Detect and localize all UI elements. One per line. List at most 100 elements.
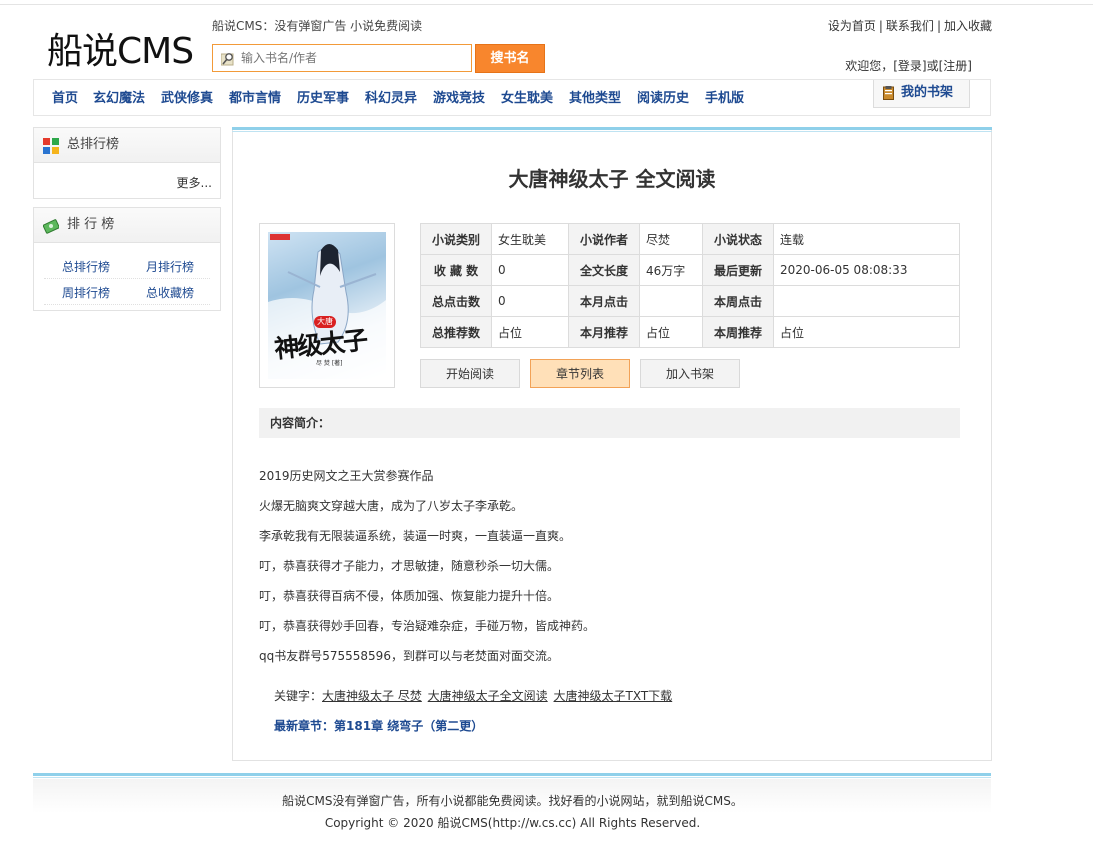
month-recommend-value: 占位	[639, 316, 703, 348]
total-recommend-label: 总推荐数	[420, 316, 492, 348]
footer-top-bar	[33, 773, 991, 776]
search-button[interactable]: 搜书名	[475, 44, 545, 73]
intro-line: qq书友群号575558596，到群可以与老焚面对面交流。	[259, 649, 559, 663]
total-recommend-value: 占位	[491, 316, 569, 348]
panel-top-bar	[232, 127, 992, 130]
intro-line: 2019历史网文之王大赏参赛作品	[259, 469, 434, 483]
intro-line: 叮，恭喜获得妙手回春，专治疑难杂症，手碰万物，皆成神药。	[259, 619, 596, 633]
week-recommend-label: 本周推荐	[702, 316, 774, 348]
info-row: 小说类别 女生耽美 小说作者 尽焚 小说状态 连载	[420, 223, 960, 255]
site-slogan: 船说CMS：没有弹窗广告 小说免费阅读	[212, 19, 423, 33]
nav-scifi[interactable]: 科幻灵异	[365, 80, 417, 118]
nav-mobile[interactable]: 手机版	[705, 80, 744, 118]
bookshelf-icon	[883, 86, 894, 100]
nav-female[interactable]: 女生耽美	[501, 80, 553, 118]
month-recommend-label: 本月推荐	[568, 316, 640, 348]
total-ranking-title: 总排行榜	[67, 137, 120, 152]
grid-icon	[43, 138, 59, 154]
keyword-link[interactable]: 大唐神级太子TXT下载	[554, 689, 673, 703]
intro-line: 李承乾我有无限装逼系统，装逼一时爽，一直装逼一直爽。	[259, 529, 572, 543]
keyword-link[interactable]: 大唐神级太子全文阅读	[428, 689, 548, 703]
main-nav: 首页 玄幻魔法 武侠修真 都市言情 历史军事 科幻灵异 游戏竞技 女生耽美 其他…	[33, 79, 991, 116]
copyright-text: Copyright © 2020 船说CMS(http://w.cs.cc) A…	[324, 816, 701, 830]
info-row: 收 藏 数 0 全文长度 46万字 最后更新 2020-06-05 08:08:…	[420, 254, 960, 286]
info-row: 总推荐数 占位 本月推荐 占位 本周推荐 占位	[420, 316, 960, 348]
status-label: 小说状态	[702, 223, 774, 255]
more-link[interactable]: 更多...	[177, 174, 212, 191]
cover-art: 大唐 神级太子 尽 焚 [著]	[268, 232, 386, 379]
chapter-list-button[interactable]: 章节列表	[530, 359, 630, 388]
last-update-value: 2020-06-05 08:08:33	[773, 254, 960, 286]
week-ranking-link[interactable]: 周排行榜	[62, 284, 110, 301]
latest-chapter: 最新章节：第181章 绕弯子（第二更）	[274, 717, 483, 734]
ranking-box: 排 行 榜 总排行榜 月排行榜 周排行榜 总收藏榜	[33, 207, 221, 311]
nav-urban[interactable]: 都市言情	[229, 80, 281, 118]
welcome-area: 欢迎您，[登录]或[注册]	[845, 57, 972, 74]
start-reading-button[interactable]: 开始阅读	[420, 359, 520, 388]
contact-us-link[interactable]: 联系我们	[886, 19, 934, 33]
author-value: 尽焚	[639, 223, 703, 255]
latest-chapter-label: 最新章节：	[274, 719, 335, 733]
book-info-table: 小说类别 女生耽美 小说作者 尽焚 小说状态 连载 收 藏 数 0 全文长度 4…	[420, 223, 960, 348]
top-border	[0, 0, 1093, 5]
welcome-text: 欢迎您，	[845, 59, 894, 73]
row-divider	[44, 278, 210, 279]
ranking-header: 排 行 榜	[34, 208, 220, 243]
search-icon	[221, 53, 234, 66]
total-clicks-label: 总点击数	[420, 285, 492, 317]
total-ranking-header: 总排行榜	[34, 128, 220, 163]
nav-fantasy[interactable]: 玄幻魔法	[93, 80, 145, 118]
total-clicks-value: 0	[491, 285, 569, 317]
length-label: 全文长度	[568, 254, 640, 286]
nav-wuxia[interactable]: 武侠修真	[161, 80, 213, 118]
intro-header: 内容简介：	[259, 408, 960, 438]
month-clicks-value	[639, 285, 703, 317]
favorite-ranking-link[interactable]: 总收藏榜	[146, 284, 194, 301]
cover-author: 尽 焚 [著]	[316, 360, 343, 367]
login-link[interactable]: [登录]	[893, 59, 926, 73]
latest-chapter-link[interactable]: 第181章 绕弯子（第二更）	[334, 719, 483, 733]
row-divider	[44, 304, 210, 305]
footer-text: 船说CMS没有弹窗广告，所有小说都能免费阅读。找好看的小说网站，就到船说CMS。	[282, 794, 743, 808]
my-bookshelf-button[interactable]: 我的书架	[873, 80, 970, 108]
info-row: 总点击数 0 本月点击 本周点击	[420, 285, 960, 317]
book-detail-panel: 大唐神级太子 全文阅读 大唐 神级太子 尽 焚 [著] 小说类别 女生耽美 小说…	[232, 127, 992, 761]
bookshelf-label: 我的书架	[901, 85, 954, 100]
intro-line: 火爆无脑爽文穿越大唐，成为了八岁太子李承乾。	[259, 499, 524, 513]
ranking-title: 排 行 榜	[67, 217, 115, 232]
nav-history-read[interactable]: 阅读历史	[637, 80, 689, 118]
keywords-label: 关键字：	[274, 689, 323, 703]
category-value: 女生耽美	[491, 223, 569, 255]
register-link[interactable]: [注册]	[939, 59, 972, 73]
last-update-label: 最后更新	[702, 254, 774, 286]
set-homepage-link[interactable]: 设为首页	[828, 19, 876, 33]
intro-line: 叮，恭喜获得才子能力，才思敏捷，随意秒杀一切大儒。	[259, 559, 560, 573]
month-clicks-label: 本月点击	[568, 285, 640, 317]
week-clicks-value	[773, 285, 960, 317]
author-label: 小说作者	[568, 223, 640, 255]
week-recommend-value: 占位	[773, 316, 960, 348]
panel-top-bar-light	[232, 131, 992, 132]
month-ranking-link[interactable]: 月排行榜	[146, 258, 194, 275]
nav-home[interactable]: 首页	[52, 80, 78, 118]
footer-top-bar-light	[33, 777, 991, 778]
site-logo[interactable]: 船说CMS	[47, 22, 194, 74]
book-cover[interactable]: 大唐 神级太子 尽 焚 [著]	[259, 223, 395, 388]
total-ranking-box: 总排行榜 更多...	[33, 127, 221, 199]
or-text: 或	[926, 59, 939, 73]
nav-history[interactable]: 历史军事	[297, 80, 349, 118]
book-title: 大唐神级太子 全文阅读	[508, 167, 716, 191]
top-links: 设为首页 | 联系我们 | 加入收藏	[827, 19, 992, 33]
search-input[interactable]	[241, 48, 466, 68]
add-to-shelf-button[interactable]: 加入书架	[640, 359, 740, 388]
nav-other[interactable]: 其他类型	[569, 80, 621, 118]
week-clicks-label: 本周点击	[702, 285, 774, 317]
status-value: 连载	[773, 223, 960, 255]
nav-games[interactable]: 游戏竞技	[433, 80, 485, 118]
intro-label: 内容简介：	[270, 416, 331, 430]
add-favorite-link[interactable]: 加入收藏	[944, 19, 992, 33]
keyword-link[interactable]: 大唐神级太子 尽焚	[322, 689, 422, 703]
total-ranking-link[interactable]: 总排行榜	[62, 258, 110, 275]
length-value: 46万字	[639, 254, 703, 286]
favorites-value: 0	[491, 254, 569, 286]
